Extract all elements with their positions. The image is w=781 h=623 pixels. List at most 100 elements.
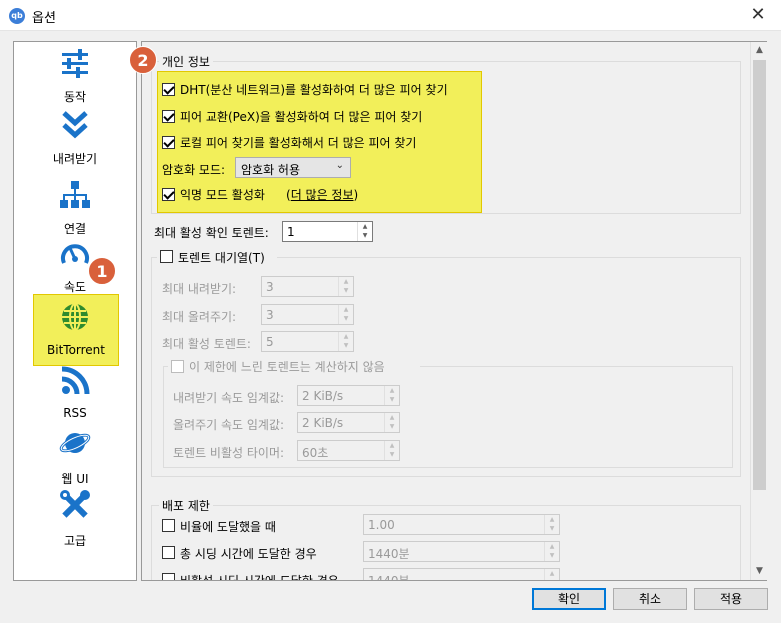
inactive-seed-time-spinbox[interactable]: 1440분 ▲▼ [363,568,560,580]
slow-torrents-checkbox[interactable] [171,360,184,373]
close-button[interactable]: ✕ [735,0,781,31]
encryption-select[interactable]: 암호화 허용 ⌄ [235,157,351,178]
pex-label: 피어 교환(PeX)을 활성화하여 더 많은 피어 찾기 [180,110,423,124]
max-uploads-spinbox[interactable]: 3 ▲ ▼ [261,304,354,325]
dht-checkbox[interactable] [162,83,175,96]
spin-up-icon[interactable]: ▲ [545,542,559,551]
sidebar-item-bittorrent[interactable]: BitTorrent [33,294,119,366]
queueing-label: 토렌트 대기열(T) [178,251,265,265]
ul-threshold-spinbox[interactable]: 2 KiB/s ▲ ▼ [297,412,400,433]
spin-up-icon[interactable]: ▲ [339,277,353,286]
tools-icon [60,490,90,518]
sidebar-item-advanced[interactable]: 고급 [14,486,136,548]
gauge-icon [61,244,89,264]
inactivity-timer-label: 토렌트 비활성 타이머: [173,446,285,460]
sidebar-item-rss[interactable]: RSS [14,362,136,422]
more-info-link[interactable]: 더 많은 정보 [291,188,354,202]
max-checking-spinbox[interactable]: 1 ▲ ▼ [282,221,373,242]
seed-time-spinbox[interactable]: 1440분 ▲ ▼ [363,541,560,562]
ok-button[interactable]: 확인 [532,588,606,610]
spin-up-icon[interactable]: ▲ [339,332,353,341]
step-badge-2: 2 [129,46,157,74]
max-downloads-spinbox[interactable]: 3 ▲ ▼ [261,276,354,297]
planet-icon [59,433,91,453]
spin-down-icon[interactable]: ▼ [545,578,559,580]
sidebar-item-connection[interactable]: 연결 [14,176,136,236]
scroll-down-icon[interactable]: ▼ [751,563,768,580]
cancel-button[interactable]: 취소 [613,588,687,610]
scroll-thumb[interactable] [753,60,766,490]
anon-label: 익명 모드 활성화 [180,188,265,202]
encryption-label: 암호화 모드: [162,163,226,177]
lsd-checkbox[interactable] [162,136,175,149]
seed-time-checkbox[interactable] [162,546,175,559]
spin-down-icon[interactable]: ▼ [385,422,399,431]
spin-up-icon[interactable]: ▲ [358,222,372,231]
privacy-group-title: 개인 정보 [159,53,213,70]
anon-more-info[interactable]: (더 많은 정보) [286,186,358,203]
spin-down-icon[interactable]: ▼ [385,450,399,459]
spin-up-icon[interactable]: ▲ [385,386,399,395]
sidebar-item-label: 내려받기 [52,152,98,166]
inactive-seed-time-label: 비활성 시딩 시간에 도달한 경우 [180,574,339,581]
spin-up-icon[interactable]: ▲ [545,569,559,578]
network-icon [60,181,90,208]
step-badge-1: 1 [88,257,116,285]
sidebar-item-label: 고급 [63,534,87,548]
max-active-spinbox[interactable]: 5 ▲ ▼ [261,331,354,352]
spin-down-icon[interactable]: ▼ [385,395,399,404]
sidebar-item-label: 연결 [63,222,87,236]
ratio-checkbox[interactable] [162,519,175,532]
inactive-seed-time-checkbox[interactable] [162,573,175,580]
dl-threshold-label: 내려받기 속도 임계값: [173,391,285,405]
queueing-checkbox[interactable] [160,250,173,263]
spin-up-icon[interactable]: ▲ [385,413,399,422]
max-active-label: 최대 활성 토렌트: [162,337,251,351]
max-downloads-label: 최대 내려받기: [162,282,237,296]
sidebar-item-label: RSS [63,406,87,420]
settings-panel: 개인 정보 DHT(분산 네트워크)를 활성화하여 더 많은 피어 찾기 피어 … [141,41,767,581]
slow-torrents-label: 이 제한에 느린 토렌트는 계산하지 않음 [189,360,385,374]
max-uploads-label: 최대 올려주기: [162,310,237,324]
sidebar-item-label: 속도 [63,280,87,294]
double-chevron-down-icon [62,111,88,139]
rss-icon [61,366,90,395]
sidebar-item-webui[interactable]: 웹 UI [14,424,136,486]
spin-down-icon[interactable]: ▼ [339,341,353,350]
seeding-limits-title: 배포 제한 [159,497,213,514]
ratio-spinbox[interactable]: 1.00 ▲ ▼ [363,514,560,535]
sliders-icon [62,49,88,78]
sidebar-item-label: 동작 [63,90,87,104]
spin-down-icon[interactable]: ▼ [545,551,559,560]
seed-time-label: 총 시딩 시간에 도달한 경우 [180,547,317,561]
spin-down-icon[interactable]: ▼ [339,286,353,295]
sidebar-item-label: BitTorrent [47,343,105,357]
spin-down-icon[interactable]: ▼ [339,314,353,323]
vertical-scrollbar[interactable]: ▲ ▼ [750,42,767,580]
scroll-up-icon[interactable]: ▲ [751,42,768,59]
spin-down-icon[interactable]: ▼ [545,524,559,533]
ratio-label: 비율에 도달했을 때 [180,520,276,534]
dl-threshold-spinbox[interactable]: 2 KiB/s ▲ ▼ [297,385,400,406]
chevron-down-icon: ⌄ [335,160,344,171]
spin-up-icon[interactable]: ▲ [385,441,399,450]
title-bar: qb 옵션 ✕ [0,0,781,31]
inactivity-timer-spinbox[interactable]: 60초 ▲ ▼ [297,440,400,461]
anon-checkbox[interactable] [162,188,175,201]
sidebar-item-speed[interactable]: 속도 [14,236,136,296]
window-title: 옵션 [32,11,56,26]
spin-up-icon[interactable]: ▲ [339,305,353,314]
spin-up-icon[interactable]: ▲ [545,515,559,524]
ul-threshold-label: 올려주기 속도 임계값: [173,418,285,432]
sidebar: 동작 내려받기 연결 속도 BitTorrent RSS 웹 UI 고급 [13,41,137,581]
sidebar-item-label: 웹 UI [61,472,89,486]
apply-button[interactable]: 적용 [694,588,768,610]
spin-down-icon[interactable]: ▼ [358,231,372,240]
lsd-label: 로컬 피어 찾기를 활성화해서 더 많은 피어 찾기 [180,136,417,150]
sidebar-item-behavior[interactable]: 동작 [14,44,136,104]
pex-checkbox[interactable] [162,110,175,123]
globe-icon [62,303,88,331]
max-checking-label: 최대 활성 확인 토렌트: [154,226,269,240]
app-icon: qb [9,8,25,24]
sidebar-item-downloads[interactable]: 내려받기 [14,106,136,166]
